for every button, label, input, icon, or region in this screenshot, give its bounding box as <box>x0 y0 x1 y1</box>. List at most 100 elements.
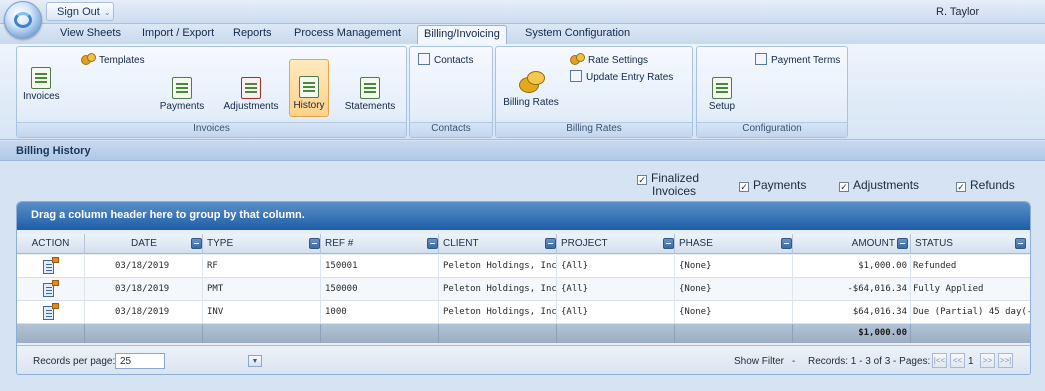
col-amount-label: AMOUNT <box>851 238 895 249</box>
tab-import-export[interactable]: Import / Export <box>142 27 214 39</box>
checkbox-adjustments[interactable]: ✓ <box>839 182 849 192</box>
prev-page-button[interactable]: << <box>950 353 965 368</box>
type-column-menu-icon[interactable] <box>309 238 320 249</box>
adjustment-document-icon <box>241 77 261 99</box>
table-row[interactable]: 03/18/2019 RF 150001 Peleton Holdings, I… <box>17 255 1030 278</box>
finalized-label: Finalized <box>651 171 700 185</box>
status-cell: Refunded <box>913 261 957 271</box>
action-cell[interactable] <box>17 278 85 301</box>
invoices-button[interactable]: Invoices <box>23 67 60 102</box>
billing-rates-label: Billing Rates <box>503 97 559 108</box>
action-cell[interactable] <box>17 255 85 278</box>
col-header-amount[interactable]: AMOUNT <box>793 234 911 254</box>
col-header-type[interactable]: TYPE <box>203 234 321 254</box>
sign-out-button[interactable]: Sign Out ⌄ <box>46 2 114 21</box>
group-by-panel[interactable]: Drag a column header here to group by th… <box>17 202 1030 230</box>
client-cell: Peleton Holdings, Inc. <box>439 278 557 301</box>
statements-button[interactable]: Statements <box>343 77 397 112</box>
col-header-client[interactable]: CLIENT <box>439 234 557 254</box>
billing-rates-button[interactable]: Billing Rates <box>500 69 562 108</box>
filter-adjustments[interactable]: ✓ Adjustments <box>839 178 919 192</box>
ribbon: Templates Invoices Payments Adjustments … <box>0 44 1045 140</box>
filter-payments[interactable]: ✓ Payments <box>739 178 806 192</box>
amount-column-menu-icon[interactable] <box>897 238 908 249</box>
col-header-ref[interactable]: REF # <box>321 234 439 254</box>
billing-history-grid: Drag a column header here to group by th… <box>16 201 1031 375</box>
totals-spacer <box>321 324 439 343</box>
app-orb-button[interactable] <box>4 1 42 39</box>
col-client-label: CLIENT <box>443 238 479 249</box>
table-row[interactable]: 03/18/2019 INV 1000 Peleton Holdings, In… <box>17 301 1030 324</box>
checkbox-payments[interactable]: ✓ <box>739 182 749 192</box>
tab-reports[interactable]: Reports <box>233 27 272 39</box>
chevron-down-icon[interactable]: ▼ <box>248 355 262 367</box>
date-column-menu-icon[interactable] <box>191 238 202 249</box>
setup-button[interactable]: Setup <box>707 77 737 112</box>
col-header-action[interactable]: ACTION <box>17 234 85 254</box>
current-page[interactable]: 1 <box>968 356 974 367</box>
contacts-button[interactable]: Contacts <box>418 53 473 66</box>
status-cell: Due (Partial) 45 day(-s) <box>913 307 1030 317</box>
history-button[interactable]: History <box>289 59 329 117</box>
payment-document-icon <box>172 77 192 99</box>
col-status-label: STATUS <box>915 238 953 249</box>
view-record-icon[interactable] <box>41 280 61 298</box>
chevron-down-icon: ⌄ <box>103 8 111 17</box>
tab-system-configuration[interactable]: System Configuration <box>525 27 630 39</box>
checkbox-finalized-invoices[interactable]: ✓ <box>637 175 647 185</box>
payments-button[interactable]: Payments <box>157 77 207 112</box>
records-per-page-select[interactable]: 25 ▼ <box>115 353 262 369</box>
table-row[interactable]: 03/18/2019 PMT 150000 Peleton Holdings, … <box>17 278 1030 301</box>
col-header-status[interactable]: STATUS <box>911 234 1030 254</box>
phase-column-menu-icon[interactable] <box>781 238 792 249</box>
status-column-menu-icon[interactable] <box>1015 238 1026 249</box>
filter-finalized-invoices[interactable]: ✓ Finalized <box>637 171 699 185</box>
ribbon-group-billing-rates: Billing Rates Rate Settings Update Entry… <box>495 46 693 138</box>
pager-separator: - <box>792 356 796 367</box>
view-record-icon[interactable] <box>41 257 61 275</box>
first-page-button[interactable]: |<< <box>932 353 947 368</box>
client-column-menu-icon[interactable] <box>545 238 556 249</box>
col-header-phase[interactable]: PHASE <box>675 234 793 254</box>
templates-button[interactable]: Templates <box>81 53 145 66</box>
action-cell[interactable] <box>17 301 85 324</box>
setup-edit-icon <box>712 77 732 99</box>
ref-column-menu-icon[interactable] <box>427 238 438 249</box>
update-entry-rates-button[interactable]: Update Entry Rates <box>570 70 673 83</box>
view-record-icon[interactable] <box>41 303 61 321</box>
invoices-group-label: Invoices <box>17 122 406 137</box>
page-title: Billing History <box>0 141 1045 161</box>
phase-cell: {None} <box>675 301 793 324</box>
payments-filter-label: Payments <box>753 178 807 192</box>
adjustments-button[interactable]: Adjustments <box>221 77 281 112</box>
ref-cell: 1000 <box>321 301 439 324</box>
col-date-label: DATE <box>131 238 157 249</box>
checkbox-refunds[interactable]: ✓ <box>956 182 966 192</box>
tab-view-sheets[interactable]: View Sheets <box>60 27 121 39</box>
project-column-menu-icon[interactable] <box>663 238 674 249</box>
date-cell: 03/18/2019 <box>85 255 203 278</box>
last-page-button[interactable]: >>| <box>998 353 1013 368</box>
ribbon-group-contacts: Contacts Contacts <box>409 46 493 138</box>
col-project-label: PROJECT <box>561 238 608 249</box>
payment-terms-button[interactable]: Payment Terms <box>755 53 840 66</box>
sign-out-label: Sign Out <box>57 6 100 18</box>
ribbon-group-invoices: Templates Invoices Payments Adjustments … <box>16 46 407 138</box>
current-user: R. Taylor <box>936 6 980 18</box>
tab-process-management[interactable]: Process Management <box>294 27 401 39</box>
col-phase-label: PHASE <box>679 238 713 249</box>
totals-spacer <box>85 324 203 343</box>
statements-label: Statements <box>344 101 396 112</box>
tab-billing-invoicing[interactable]: Billing/Invoicing <box>417 25 507 45</box>
show-filter-link[interactable]: Show Filter <box>734 356 784 367</box>
filter-refunds[interactable]: ✓ Refunds <box>956 178 1015 192</box>
rate-settings-button[interactable]: Rate Settings <box>570 53 648 66</box>
col-header-project[interactable]: PROJECT <box>557 234 675 254</box>
next-page-button[interactable]: >> <box>980 353 995 368</box>
project-cell: {All} <box>557 278 675 301</box>
col-header-date[interactable]: DATE <box>85 234 203 254</box>
totals-spacer <box>17 324 85 343</box>
amount-cell: $64,016.34 <box>793 301 911 324</box>
payments-label: Payments <box>159 101 205 112</box>
totals-spacer <box>203 324 321 343</box>
